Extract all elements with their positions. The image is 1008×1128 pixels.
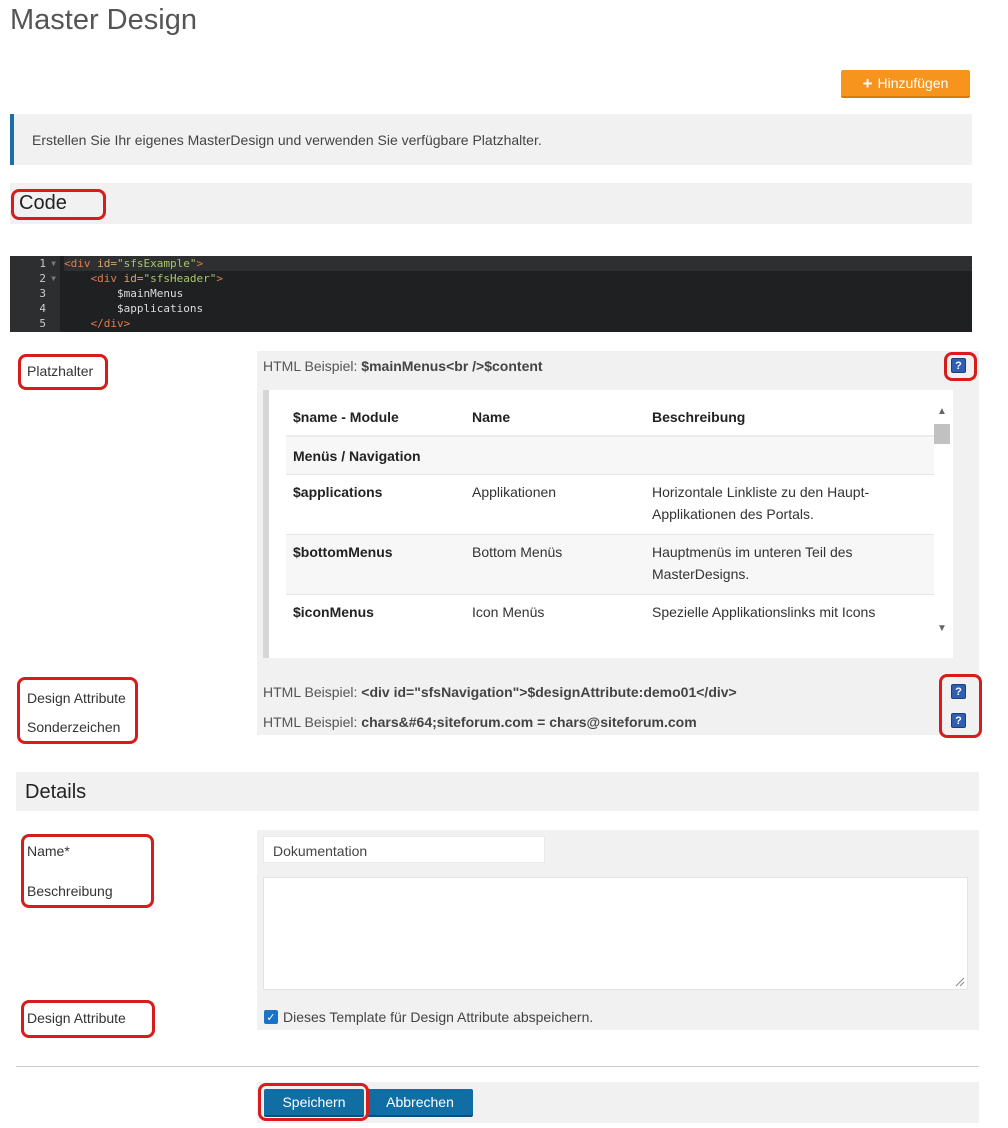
table-row: $bottomMenus Bottom Menüs Hauptmenüs im … <box>286 533 934 594</box>
module-label: Applikationen <box>465 473 645 534</box>
module-name: $bottomMenus <box>286 533 465 594</box>
code-tag: </div> <box>90 317 131 330</box>
code-line: <div id="sfsExample"> <box>64 256 972 271</box>
scroll-up-icon[interactable]: ▲ <box>937 406 947 417</box>
info-message: Erstellen Sie Ihr eigenes MasterDesign u… <box>10 114 972 165</box>
module-label: Icon Menüs <box>465 593 645 654</box>
code-tag: <div <box>90 272 124 285</box>
example-prefix: HTML Beispiel: <box>263 714 362 730</box>
design-attribute-template-label: Design Attribute <box>27 1010 126 1026</box>
code-line: <div id="sfsHeader"> <box>64 271 972 286</box>
line-number-text: 3 <box>39 287 46 300</box>
table-header-row: $name - Module Name Beschreibung <box>286 396 934 437</box>
example-value: <div id="sfsNavigation">$designAttribute… <box>361 684 737 700</box>
checkbox-label: Dieses Template für Design Attribute abs… <box>283 1009 594 1025</box>
special-chars-label: Sonderzeichen <box>27 719 121 735</box>
line-number-text: 2 <box>39 272 46 285</box>
scrollbar-thumb[interactable] <box>934 424 950 444</box>
line-number: 5 <box>10 316 60 331</box>
module-description: Hauptmenüs im unteren Teil des MasterDes… <box>645 533 934 594</box>
cancel-button[interactable]: Abbrechen <box>367 1089 473 1117</box>
code-attr: id= <box>97 257 117 270</box>
module-label: Bottom Menüs <box>465 533 645 594</box>
module-name: $iconMenus <box>286 593 465 654</box>
column-header: Name <box>465 396 645 437</box>
line-number: 1 ▼ <box>10 256 60 271</box>
code-line: $applications <box>64 301 972 316</box>
example-value: chars&#64;siteforum.com = chars@siteforu… <box>361 714 697 730</box>
description-label: Beschreibung <box>27 883 113 899</box>
code-tag: <div <box>64 257 98 270</box>
code-string: "sfsHeader" <box>143 272 217 285</box>
table-group-row: Menüs / Navigation <box>286 436 934 474</box>
column-header: Beschreibung <box>645 396 934 437</box>
code-section-heading: Code <box>10 183 972 224</box>
help-icon-glyph: ? <box>955 685 962 698</box>
add-button-label: Hinzufügen <box>877 75 949 91</box>
resize-grip-icon[interactable] <box>953 975 965 987</box>
line-number-text: 5 <box>39 317 46 330</box>
code-heading-text: Code <box>19 192 67 214</box>
description-textarea[interactable] <box>263 877 968 990</box>
table-row: $applications Applikationen Horizontale … <box>286 473 934 534</box>
help-icon[interactable]: ? <box>951 713 966 728</box>
line-number-text: 4 <box>39 302 46 315</box>
code-editor[interactable]: 1 ▼ 2 ▼ 3 4 5 <div id="sfsExample"> <div i… <box>10 256 972 332</box>
code-attr: id= <box>123 272 144 285</box>
design-attribute-label: Design Attribute <box>27 690 126 706</box>
help-icon[interactable]: ? <box>951 684 966 699</box>
fold-arrow-icon[interactable]: ▼ <box>51 256 56 271</box>
placeholder-table: $name - Module Name Beschreibung Menüs /… <box>286 396 934 654</box>
code-string: "sfsExample" <box>117 257 197 270</box>
example-value: $mainMenus<br />$content <box>361 358 543 374</box>
code-variable: $applications <box>116 302 204 315</box>
line-number: 2 ▼ <box>10 271 60 286</box>
table-row: $iconMenus Icon Menüs Spezielle Applikat… <box>286 593 934 654</box>
design-attribute-example: HTML Beispiel: <div id="sfsNavigation">$… <box>263 684 737 700</box>
special-chars-example: HTML Beispiel: chars&#64;siteforum.com =… <box>263 714 697 730</box>
save-template-checkbox[interactable]: ✓ <box>264 1010 278 1024</box>
column-header: $name - Module <box>286 396 465 437</box>
save-button[interactable]: Speichern <box>264 1089 364 1117</box>
placeholder-table-container[interactable]: $name - Module Name Beschreibung Menüs /… <box>263 390 953 658</box>
line-number: 4 <box>10 301 60 316</box>
placeholder-example: HTML Beispiel: $mainMenus<br />$content <box>263 358 543 374</box>
placeholder-label: Platzhalter <box>27 363 94 379</box>
details-section-heading: Details <box>16 772 979 811</box>
fold-arrow-icon[interactable]: ▼ <box>51 271 56 286</box>
plus-icon: + <box>862 73 873 93</box>
line-number: 3 <box>10 286 60 301</box>
page-title: Master Design <box>10 4 197 36</box>
action-bar <box>257 1082 979 1123</box>
scroll-down-icon[interactable]: ▼ <box>937 623 947 634</box>
help-icon[interactable]: ? <box>951 358 966 373</box>
line-number-gutter: 1 ▼ 2 ▼ 3 4 5 <box>10 256 60 332</box>
code-tag: > <box>216 272 223 285</box>
line-number-text: 1 <box>39 257 46 270</box>
add-button[interactable]: + Hinzufügen <box>841 70 970 98</box>
module-description: Horizontale Linkliste zu den Haupt-Appli… <box>645 473 934 534</box>
code-line: </div> <box>64 316 972 331</box>
divider <box>16 1066 979 1067</box>
example-prefix: HTML Beispiel: <box>263 684 362 700</box>
name-label: Name* <box>27 843 70 859</box>
name-field[interactable]: Dokumentation <box>263 836 545 863</box>
table-scrollbar[interactable]: ▲ ▼ <box>933 404 951 636</box>
code-tag: > <box>196 257 204 270</box>
module-description: Spezielle Applikationslinks mit Icons <box>645 593 934 654</box>
example-prefix: HTML Beispiel: <box>263 358 362 374</box>
code-variable: $mainMenus <box>116 287 184 300</box>
code-lines[interactable]: <div id="sfsExample"> <div id="sfsHeader… <box>64 256 972 331</box>
group-label: Menüs / Navigation <box>286 436 934 474</box>
details-heading-text: Details <box>25 781 87 803</box>
checkmark-icon: ✓ <box>266 1011 276 1024</box>
help-icon-glyph: ? <box>955 714 962 727</box>
code-line: $mainMenus <box>64 286 972 301</box>
module-name: $applications <box>286 473 465 534</box>
help-icon-glyph: ? <box>955 359 962 372</box>
